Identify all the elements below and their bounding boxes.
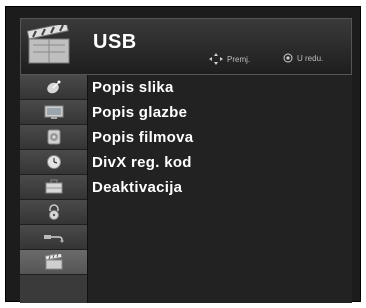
tv-screen-icon (44, 105, 63, 119)
usb-plug-icon (43, 235, 63, 243)
move-hint-label: Premj. (227, 54, 251, 64)
sidebar-item-audio[interactable] (20, 125, 87, 150)
ok-button-icon (283, 53, 293, 63)
page-title: USB (93, 31, 137, 53)
sidebar-item-picture[interactable] (20, 100, 87, 125)
sidebar-item-time[interactable] (20, 150, 87, 175)
menu-item-divx-reg-code[interactable]: DivX reg. kod (92, 154, 192, 171)
category-sidebar (20, 75, 88, 303)
clapperboard-icon (27, 25, 70, 64)
lock-icon (48, 204, 59, 220)
menu-item-movie-list[interactable]: Popis filmova (92, 129, 193, 146)
ok-hint-label: U redu. (297, 53, 324, 63)
clock-icon (46, 155, 61, 169)
menu-item-photo-list[interactable]: Popis slika (92, 79, 174, 96)
move-hint: Premj. (209, 53, 250, 65)
usb-menu-content: Popis slika Popis glazbe Popis filmova D… (88, 75, 352, 303)
clapperboard-icon (44, 254, 62, 270)
menu-item-deactivation[interactable]: Deaktivacija (92, 179, 182, 196)
menu-header: USB Premj. U redu. (20, 18, 352, 75)
menu-item-music-list[interactable]: Popis glazbe (92, 104, 187, 121)
sidebar-item-lock[interactable] (20, 200, 87, 225)
sidebar-item-option[interactable] (20, 175, 87, 200)
sidebar-item-usb[interactable] (20, 250, 87, 275)
sidebar-item-channel[interactable] (20, 75, 87, 100)
usb-menu-panel: USB Premj. U redu. Popis slika Popis gla… (5, 6, 361, 303)
satellite-dish-icon (46, 80, 60, 94)
navigation-arrows-icon (209, 53, 223, 65)
sidebar-item-input[interactable] (20, 225, 87, 250)
speaker-icon (47, 129, 60, 145)
briefcase-icon (45, 179, 62, 194)
ok-hint: U redu. (283, 53, 323, 63)
